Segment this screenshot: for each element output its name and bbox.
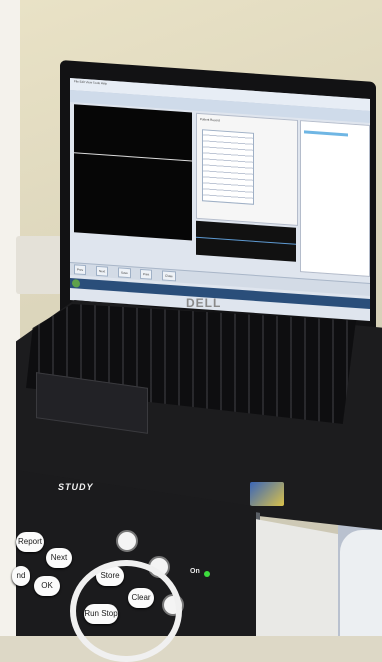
intel-sticker-icon	[250, 482, 284, 506]
status-tab: Print	[140, 268, 153, 280]
on-label: On	[190, 568, 200, 575]
white-object-right	[340, 530, 382, 636]
form-table	[202, 129, 254, 205]
next-key[interactable]: Next	[46, 548, 72, 568]
control-knob[interactable]	[116, 530, 138, 552]
shelf-object	[16, 236, 62, 294]
power-led-icon	[204, 571, 210, 577]
report-key[interactable]: Report	[16, 532, 44, 552]
status-tab: Next	[96, 265, 109, 277]
status-tab: Save	[118, 267, 131, 279]
laptop-brand-logo: DELL	[186, 296, 222, 310]
ok-key[interactable]: OK	[34, 576, 60, 596]
windows-start-icon	[72, 279, 80, 288]
study-label: STUDY	[58, 482, 94, 492]
trackball-ring[interactable]	[70, 560, 182, 662]
study-list-panel	[300, 120, 370, 277]
laptop-screen: File Edit View Tools Help Patient Record…	[70, 78, 370, 321]
nd-key[interactable]: nd	[12, 566, 30, 586]
status-tab: Close	[162, 270, 176, 282]
ecg-trace-panel	[74, 104, 192, 241]
status-tab: Prev	[74, 264, 87, 276]
